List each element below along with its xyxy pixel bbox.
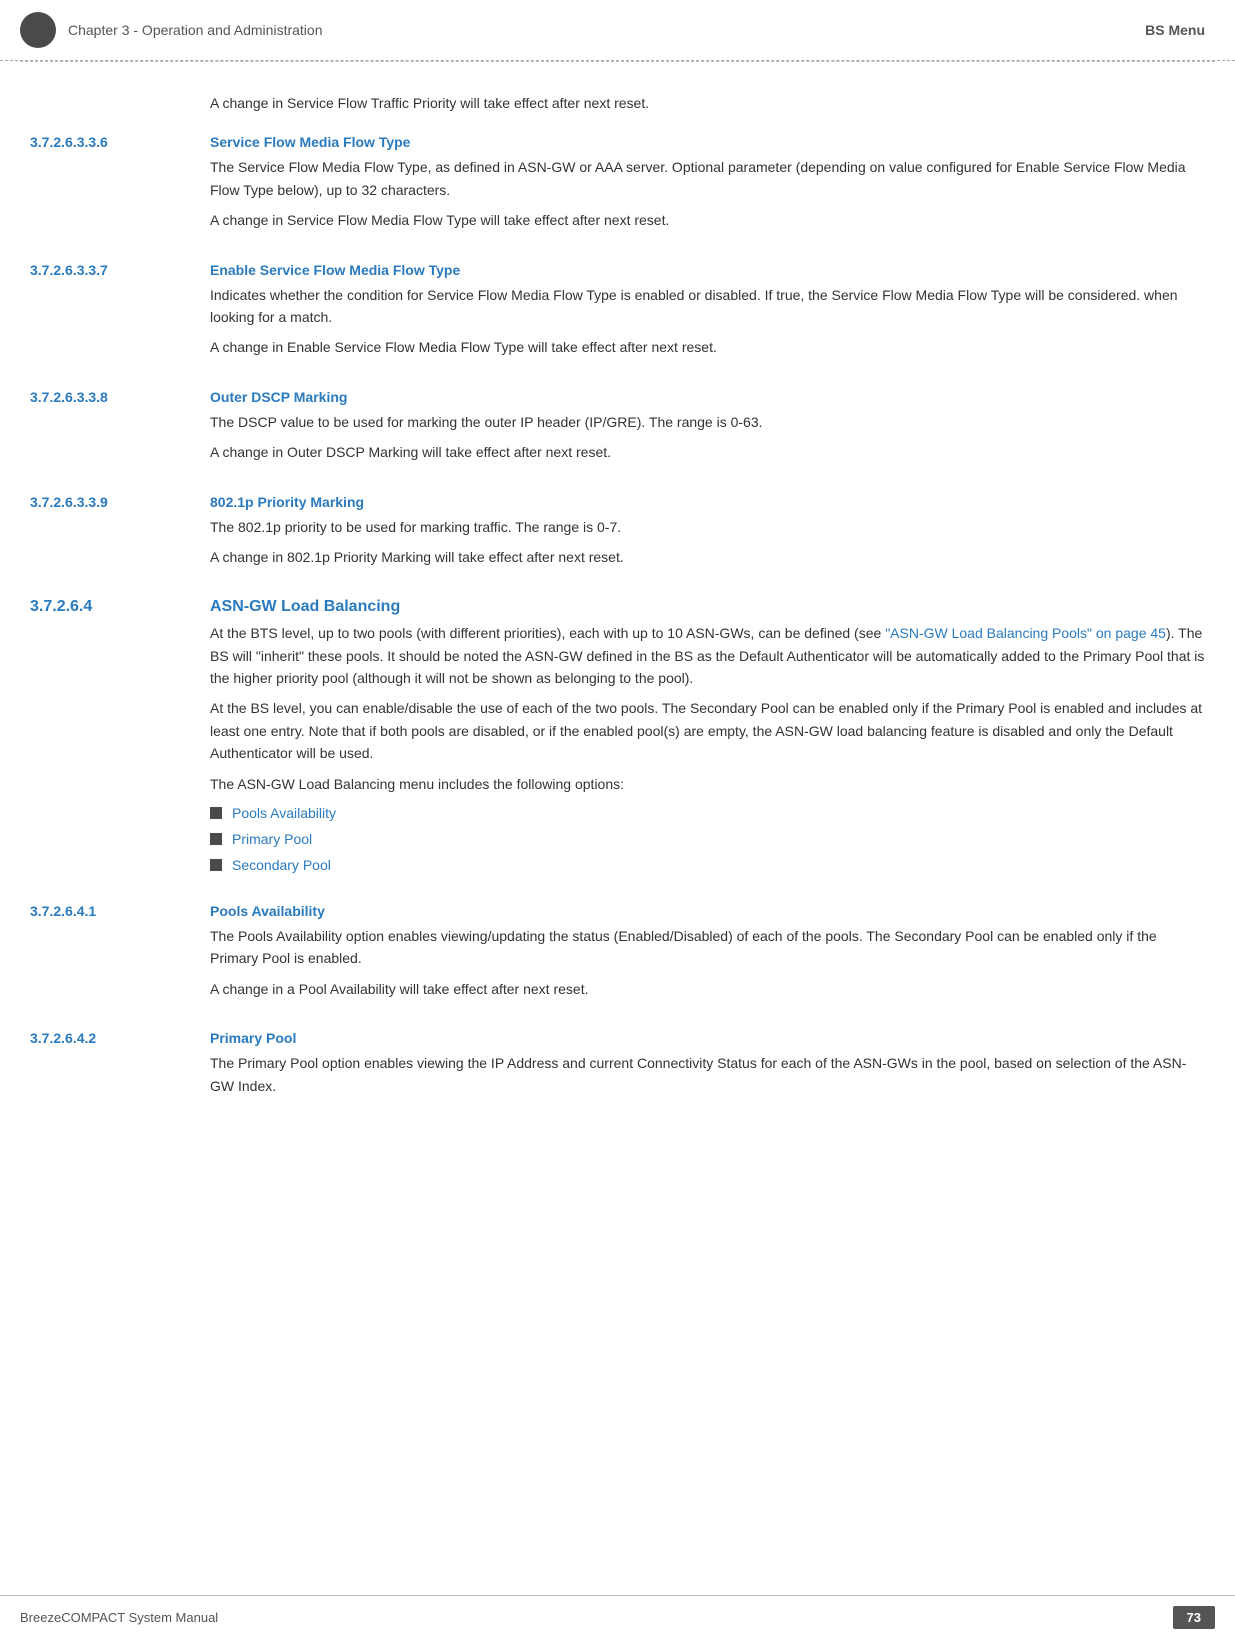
section-note-3764: A change in Enable Service Flow Media Fl… <box>210 336 1205 358</box>
chapter-title: Chapter 3 - Operation and Administration <box>68 22 322 38</box>
section-title-3726: ASN-GW Load Balancing <box>210 598 1205 616</box>
bullet-square-icon <box>210 807 222 819</box>
bullet-square-icon <box>210 833 222 845</box>
section-title-3766: 802.1p Priority Marking <box>210 494 1205 510</box>
section-body2-3726: At the BS level, you can enable/disable … <box>210 697 1205 764</box>
section-body3-3726: The ASN-GW Load Balancing menu includes … <box>210 773 1205 795</box>
section-content-3765: Outer DSCP Marking The DSCP value to be … <box>210 389 1205 474</box>
section-title-3764: Enable Service Flow Media Flow Type <box>210 262 1205 278</box>
section-body-3766: The 802.1p priority to be used for marki… <box>210 516 1205 538</box>
section-body-3763: The Service Flow Media Flow Type, as def… <box>210 156 1205 201</box>
section-title-3765: Outer DSCP Marking <box>210 389 1205 405</box>
section-body-3764: Indicates whether the condition for Serv… <box>210 284 1205 329</box>
section-body-37261: The Pools Availability option enables vi… <box>210 925 1205 970</box>
section-3765: 3.7.2.6.3.3.8 Outer DSCP Marking The DSC… <box>30 389 1205 474</box>
section-37262: 3.7.2.6.4.2 Primary Pool The Primary Poo… <box>30 1030 1205 1105</box>
section-body1-3726: At the BTS level, up to two pools (with … <box>210 622 1205 689</box>
section-content-3763: Service Flow Media Flow Type The Service… <box>210 134 1205 241</box>
section-number-3765: 3.7.2.6.3.3.8 <box>30 389 210 474</box>
footer-title: BreezeCOMPACT System Manual <box>20 1610 218 1625</box>
footer-page-number: 73 <box>1173 1606 1215 1629</box>
chapter-icon <box>20 12 56 48</box>
section-number-3764: 3.7.2.6.3.3.7 <box>30 262 210 369</box>
section-body-37262: The Primary Pool option enables viewing … <box>210 1052 1205 1097</box>
section-content-3726: ASN-GW Load Balancing At the BTS level, … <box>210 598 1205 883</box>
section-note-37261: A change in a Pool Availability will tak… <box>210 978 1205 1000</box>
section-note-3763: A change in Service Flow Media Flow Type… <box>210 209 1205 231</box>
section-content-37262: Primary Pool The Primary Pool option ena… <box>210 1030 1205 1105</box>
header-left: Chapter 3 - Operation and Administration <box>20 12 322 48</box>
main-content: A change in Service Flow Traffic Priorit… <box>0 62 1235 1205</box>
section-note-3765: A change in Outer DSCP Marking will take… <box>210 441 1205 463</box>
bullet-list-3726: Pools Availability Primary Pool Secondar… <box>210 805 1205 873</box>
section-title-37262: Primary Pool <box>210 1030 1205 1046</box>
section-number-3726: 3.7.2.6.4 <box>30 598 210 883</box>
page-header: Chapter 3 - Operation and Administration… <box>0 0 1235 61</box>
intro-text: A change in Service Flow Traffic Priorit… <box>210 92 1205 114</box>
section-3766: 3.7.2.6.3.3.9 802.1p Priority Marking Th… <box>30 494 1205 579</box>
link-pools-availability[interactable]: Pools Availability <box>232 805 336 821</box>
section-note-3766: A change in 802.1p Priority Marking will… <box>210 546 1205 568</box>
bullet-item-primary-pool: Primary Pool <box>210 831 1205 847</box>
section-content-3764: Enable Service Flow Media Flow Type Indi… <box>210 262 1205 369</box>
section-content-3766: 802.1p Priority Marking The 802.1p prior… <box>210 494 1205 579</box>
section-3763: 3.7.2.6.3.3.6 Service Flow Media Flow Ty… <box>30 134 1205 241</box>
section-3764: 3.7.2.6.3.3.7 Enable Service Flow Media … <box>30 262 1205 369</box>
bullet-item-secondary-pool: Secondary Pool <box>210 857 1205 873</box>
section-content-37261: Pools Availability The Pools Availabilit… <box>210 903 1205 1010</box>
link-secondary-pool[interactable]: Secondary Pool <box>232 857 331 873</box>
section-37261: 3.7.2.6.4.1 Pools Availability The Pools… <box>30 903 1205 1010</box>
header-section-label: BS Menu <box>1145 22 1205 38</box>
link-asnpool[interactable]: "ASN-GW Load Balancing Pools" on page 45 <box>885 625 1166 641</box>
section-3726: 3.7.2.6.4 ASN-GW Load Balancing At the B… <box>30 598 1205 883</box>
section-number-3763: 3.7.2.6.3.3.6 <box>30 134 210 241</box>
section-title-37261: Pools Availability <box>210 903 1205 919</box>
section-number-37261: 3.7.2.6.4.1 <box>30 903 210 1010</box>
section-title-3763: Service Flow Media Flow Type <box>210 134 1205 150</box>
link-primary-pool[interactable]: Primary Pool <box>232 831 312 847</box>
section-body-3765: The DSCP value to be used for marking th… <box>210 411 1205 433</box>
bullet-square-icon <box>210 859 222 871</box>
page-footer: BreezeCOMPACT System Manual 73 <box>0 1595 1235 1639</box>
bullet-item-pools-availability: Pools Availability <box>210 805 1205 821</box>
section-number-3766: 3.7.2.6.3.3.9 <box>30 494 210 579</box>
section-number-37262: 3.7.2.6.4.2 <box>30 1030 210 1105</box>
